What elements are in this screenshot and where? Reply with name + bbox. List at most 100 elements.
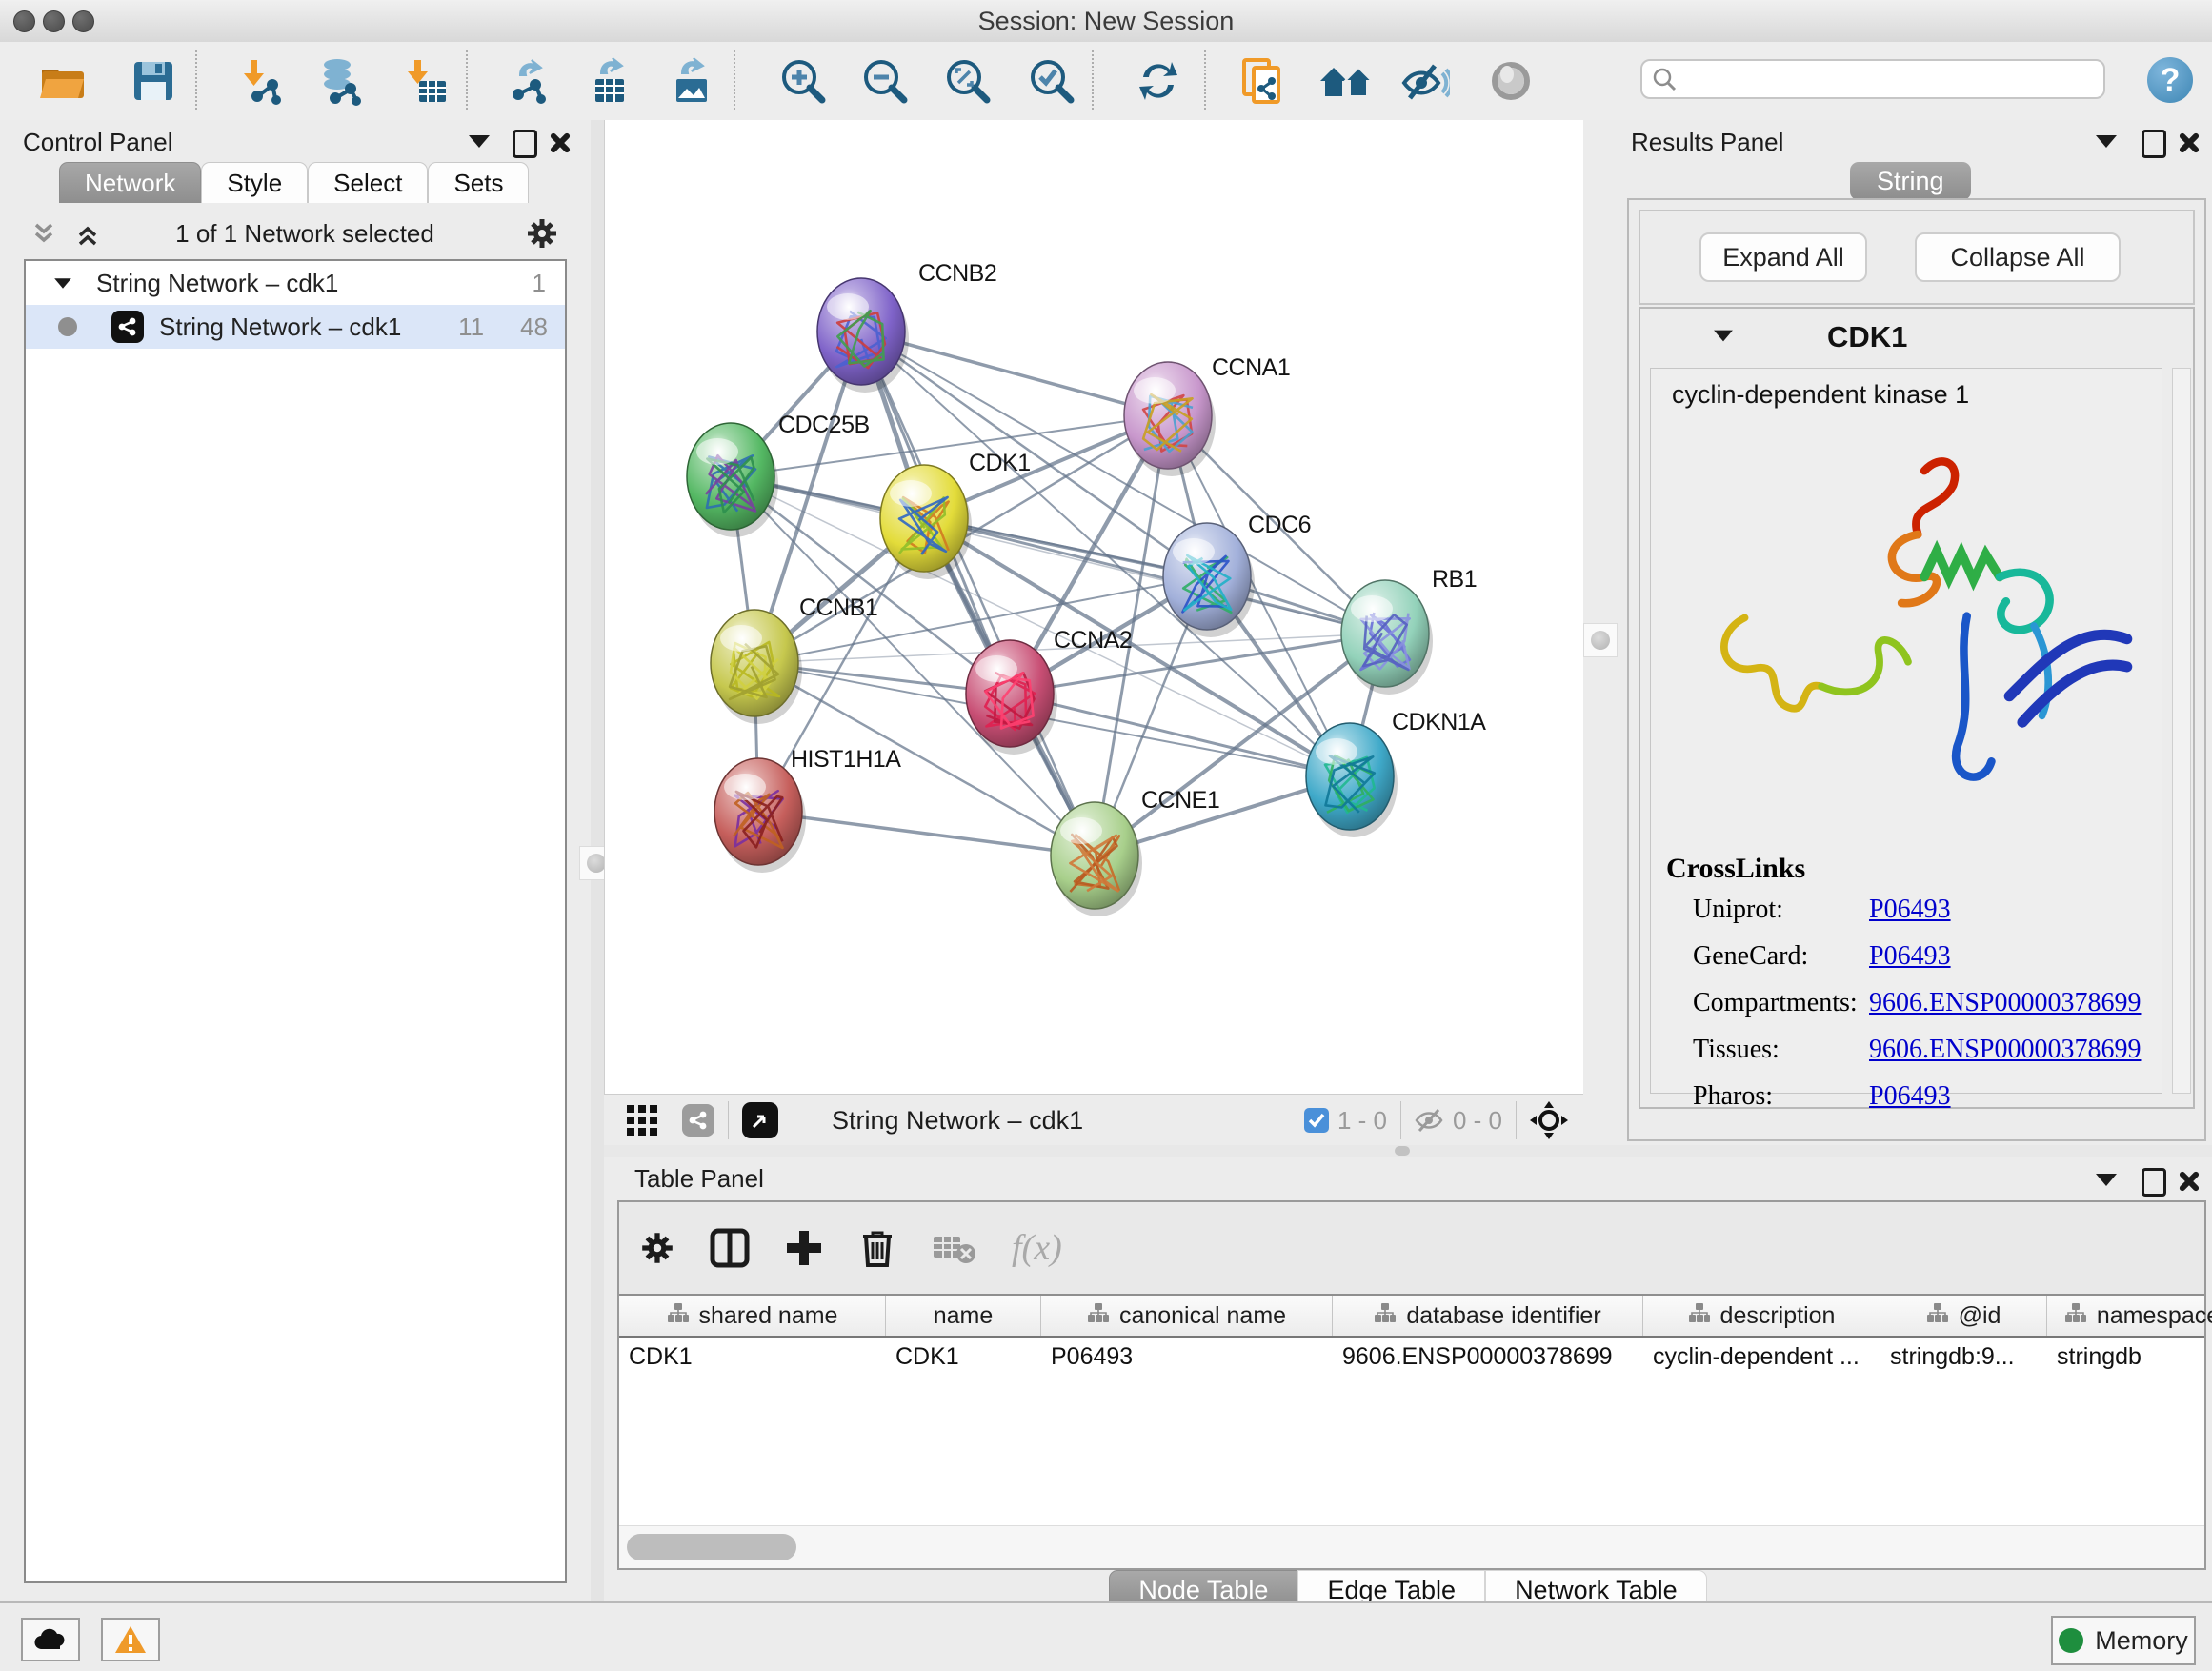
collapse-section-icon[interactable] xyxy=(1714,331,1733,342)
export-image-icon[interactable] xyxy=(665,56,714,106)
column-header-@id[interactable]: @id xyxy=(1880,1296,2047,1336)
delete-column-icon[interactable] xyxy=(857,1227,897,1269)
network-node-CCNA2[interactable]: CCNA2 xyxy=(966,627,1132,755)
network-node-CCNA1[interactable]: CCNA1 xyxy=(1124,354,1290,476)
network-edges[interactable] xyxy=(731,332,1385,856)
zoom-in-icon[interactable] xyxy=(778,56,828,106)
tab-network[interactable]: Network xyxy=(59,162,201,203)
export-network-icon[interactable] xyxy=(503,56,553,106)
splitter-handle[interactable] xyxy=(1583,623,1618,657)
close-panel-icon[interactable] xyxy=(2178,1169,2201,1192)
zoom-selected-icon[interactable] xyxy=(1027,56,1076,106)
search-input[interactable] xyxy=(1677,65,2081,93)
birdseye-view-icon[interactable] xyxy=(742,1102,778,1138)
network-node-HIST1H1A[interactable]: HIST1H1A xyxy=(714,746,901,873)
float-panel-icon[interactable] xyxy=(2142,130,2166,158)
network-row-selected[interactable]: String Network – cdk1 11 48 xyxy=(26,305,565,349)
tab-sets[interactable]: Sets xyxy=(428,162,529,203)
crosslink-link[interactable]: 9606.ENSP00000378699 xyxy=(1869,988,2141,1018)
network-type-icon[interactable] xyxy=(682,1104,714,1137)
selected-checkbox-icon[interactable] xyxy=(1303,1107,1330,1134)
table-cell[interactable]: CDK1 xyxy=(619,1338,886,1379)
table-horizontal-scrollbar[interactable] xyxy=(619,1525,2204,1568)
network-edge[interactable] xyxy=(924,518,1385,634)
crosslink-link[interactable]: P06493 xyxy=(1869,941,1951,972)
pan-crosshair-icon[interactable] xyxy=(1530,1101,1568,1139)
network-node-CDC25B[interactable]: CDC25B xyxy=(687,412,870,537)
import-network-file-icon[interactable] xyxy=(236,56,286,106)
column-header-namespace[interactable]: namespace xyxy=(2047,1296,2212,1336)
network-edge[interactable] xyxy=(861,332,1095,856)
network-canvas[interactable]: CCNB2CCNA1CDC25BCDK1CDC6RB1CCNB1CCNA2CDK… xyxy=(604,120,1584,1094)
expand-all-button[interactable]: Expand All xyxy=(1699,232,1867,282)
collapse-all-icon[interactable] xyxy=(32,219,70,250)
crosslink-link[interactable]: 9606.ENSP00000378699 xyxy=(1869,1035,2141,1065)
help-button[interactable]: ? xyxy=(2147,57,2193,103)
table-cell[interactable]: stringdb xyxy=(2047,1338,2212,1379)
table-header-row[interactable]: shared namenamecanonical namedatabase id… xyxy=(619,1294,2204,1338)
memory-button[interactable]: Memory xyxy=(2051,1616,2196,1665)
network-edge[interactable] xyxy=(758,812,1095,856)
table-cell[interactable]: cyclin-dependent ... xyxy=(1643,1338,1880,1379)
float-panel-icon[interactable] xyxy=(2142,1168,2166,1197)
column-header-database-identifier[interactable]: database identifier xyxy=(1333,1296,1643,1336)
zoom-fit-icon[interactable] xyxy=(943,56,993,106)
save-session-icon[interactable] xyxy=(129,56,178,106)
tab-select[interactable]: Select xyxy=(308,162,428,203)
crosslink-link[interactable]: P06493 xyxy=(1869,1081,1951,1112)
network-node-CDK1[interactable]: CDK1 xyxy=(880,450,1031,579)
network-node-CCNE1[interactable]: CCNE1 xyxy=(1051,787,1219,916)
node-label: CDC6 xyxy=(1248,512,1311,538)
network-collection-row[interactable]: String Network – cdk1 1 xyxy=(26,261,565,305)
scrollbar-thumb[interactable] xyxy=(627,1534,796,1560)
network-options-gear-icon[interactable] xyxy=(524,215,560,252)
show-hidden-icon[interactable] xyxy=(1486,56,1536,106)
network-graph[interactable]: CCNB2CCNA1CDC25BCDK1CDC6RB1CCNB1CCNA2CDK… xyxy=(605,120,1584,1094)
column-header-canonical-name[interactable]: canonical name xyxy=(1041,1296,1333,1336)
warning-status-button[interactable] xyxy=(101,1618,160,1661)
expand-collection-icon[interactable] xyxy=(54,278,71,288)
column-header-name[interactable]: name xyxy=(886,1296,1041,1336)
copy-documents-icon[interactable] xyxy=(1238,56,1288,106)
collapse-all-button[interactable]: Collapse All xyxy=(1915,232,2121,282)
add-column-icon[interactable] xyxy=(783,1227,825,1269)
network-node-CCNB1[interactable]: CCNB1 xyxy=(711,594,877,724)
vertical-splitter[interactable] xyxy=(591,120,604,1601)
horizontal-splitter[interactable] xyxy=(604,1145,2212,1157)
panel-menu-icon[interactable] xyxy=(2096,1174,2117,1186)
splitter-handle[interactable] xyxy=(1395,1146,1410,1156)
close-panel-icon[interactable] xyxy=(2178,131,2201,153)
tab-style[interactable]: Style xyxy=(201,162,308,203)
table-cell[interactable]: 9606.ENSP00000378699 xyxy=(1333,1338,1643,1379)
show-columns-icon[interactable] xyxy=(709,1227,751,1269)
export-table-icon[interactable] xyxy=(584,56,633,106)
import-network-database-icon[interactable] xyxy=(314,56,364,106)
panel-menu-icon[interactable] xyxy=(469,135,490,148)
network-node-CDKN1A[interactable]: CDKN1A xyxy=(1306,709,1486,837)
results-splitter[interactable] xyxy=(1583,120,1621,1145)
float-panel-icon[interactable] xyxy=(513,130,537,158)
panel-menu-icon[interactable] xyxy=(2096,135,2117,148)
zoom-out-icon[interactable] xyxy=(860,56,910,106)
results-scrollbar[interactable] xyxy=(2172,368,2191,1094)
grid-view-icon[interactable] xyxy=(625,1103,659,1137)
network-node-CDC6[interactable]: CDC6 xyxy=(1163,512,1311,637)
crosslink-link[interactable]: P06493 xyxy=(1869,895,1951,925)
open-session-icon[interactable] xyxy=(38,56,88,106)
tab-string[interactable]: String xyxy=(1850,162,1971,200)
import-table-file-icon[interactable] xyxy=(400,56,450,106)
table-cell[interactable]: CDK1 xyxy=(886,1338,1041,1379)
table-row[interactable]: CDK1CDK1P064939606.ENSP00000378699cyclin… xyxy=(619,1338,2204,1379)
network-node-RB1[interactable]: RB1 xyxy=(1341,566,1477,695)
home-networks-icon[interactable] xyxy=(1317,56,1376,106)
expand-all-icon[interactable] xyxy=(76,219,114,250)
table-cell[interactable]: P06493 xyxy=(1041,1338,1333,1379)
close-panel-icon[interactable] xyxy=(549,131,572,153)
hide-unhide-icon[interactable] xyxy=(1400,56,1450,106)
refresh-icon[interactable] xyxy=(1134,56,1183,106)
cloud-status-button[interactable] xyxy=(21,1618,80,1661)
column-header-description[interactable]: description xyxy=(1643,1296,1880,1336)
column-header-shared-name[interactable]: shared name xyxy=(619,1296,886,1336)
table-options-gear-icon[interactable] xyxy=(638,1229,676,1267)
table-cell[interactable]: stringdb:9... xyxy=(1880,1338,2047,1379)
